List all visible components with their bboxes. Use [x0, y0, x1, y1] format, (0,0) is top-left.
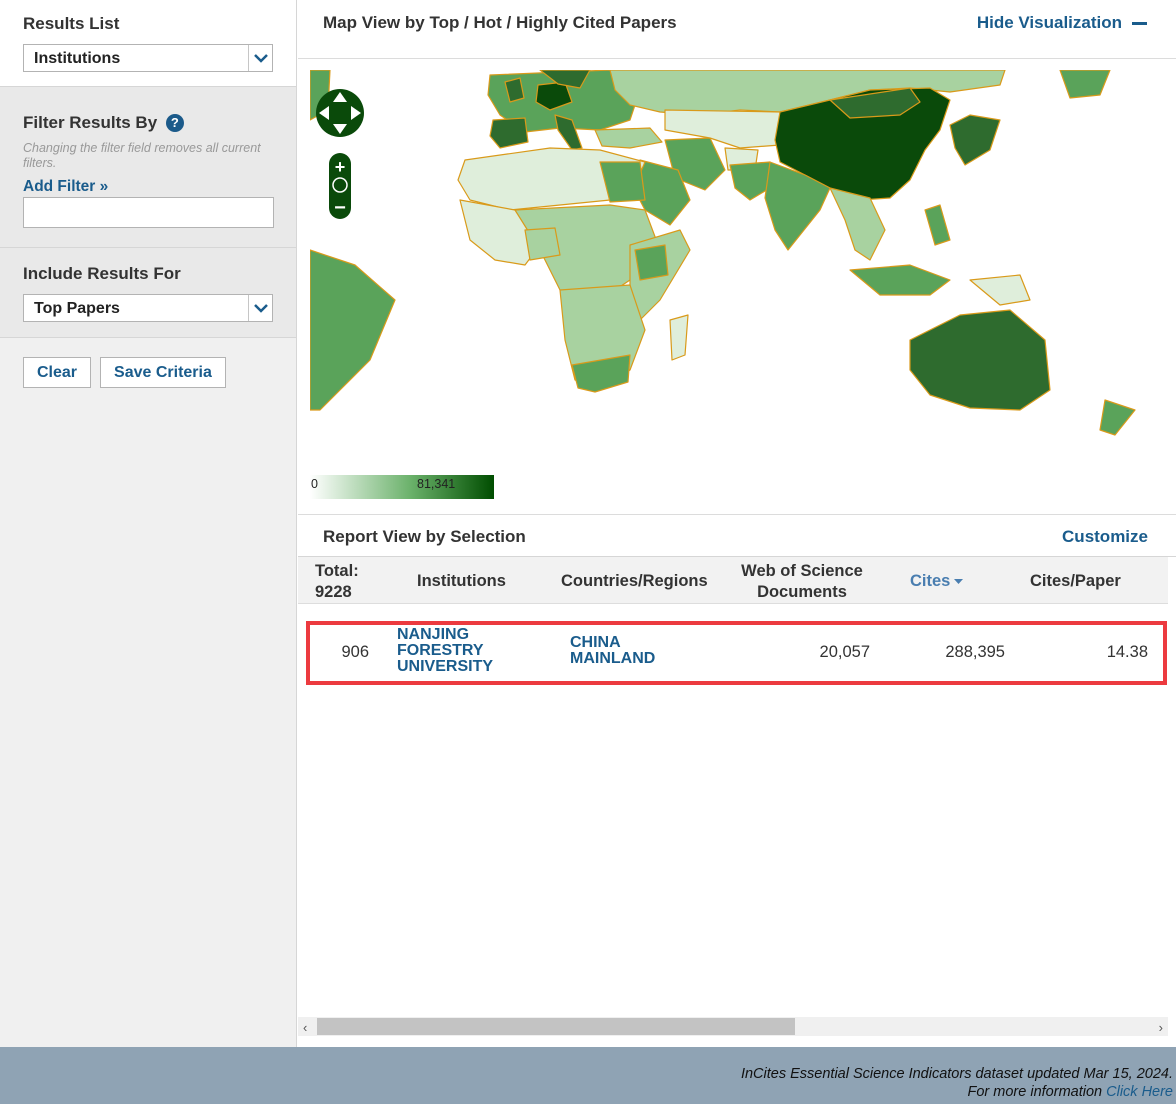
map-region-iberia	[489, 117, 529, 149]
sort-desc-icon	[954, 578, 964, 584]
add-filter-link[interactable]: Add Filter »	[23, 178, 273, 196]
column-cites-per-paper[interactable]: Cites/Paper	[1030, 571, 1121, 592]
main-panel: Map View by Top / Hot / Highly Cited Pap…	[298, 0, 1176, 1047]
column-wos-documents[interactable]: Web of Science Documents	[737, 561, 867, 603]
chevron-down-icon	[248, 45, 272, 71]
map-region-australia	[909, 309, 1051, 411]
total-value: 9228	[315, 583, 352, 601]
map-region-turkey	[594, 127, 663, 149]
column-countries[interactable]: Countries/Regions	[561, 571, 708, 592]
zoom-in-icon: +	[335, 157, 346, 177]
map-region-philippines	[924, 204, 951, 246]
include-section: Include Results For Top Papers	[0, 248, 296, 338]
filter-section: Filter Results By ? Changing the filter …	[0, 87, 296, 248]
column-cites[interactable]: Cites	[910, 571, 964, 592]
filter-note: Changing the filter field removes all cu…	[23, 141, 261, 170]
table-row: 906 NANJING FORESTRY UNIVERSITY CHINA MA…	[306, 621, 1167, 685]
scroll-left-icon[interactable]: ‹	[303, 1020, 307, 1035]
horizontal-scrollbar[interactable]: ‹ ›	[298, 1017, 1168, 1036]
row-wos-documents: 20,057	[819, 643, 870, 661]
minus-icon	[1132, 21, 1147, 25]
row-rank: 906	[341, 643, 369, 661]
include-select[interactable]: Top Papers	[23, 294, 273, 322]
save-criteria-button[interactable]: Save Criteria	[100, 357, 226, 388]
scrollbar-thumb[interactable]	[317, 1018, 795, 1035]
row-cites-per-paper: 14.38	[1106, 643, 1148, 661]
report-header: Report View by Selection Customize	[298, 514, 1176, 557]
world-map-svg[interactable]: + −	[310, 70, 1176, 510]
clear-button[interactable]: Clear	[23, 357, 92, 388]
total-header: Total: 9228	[315, 561, 359, 603]
sidebar: Results List Institutions Filter Results…	[0, 0, 297, 1047]
more-info: For more information Click Here	[968, 1084, 1173, 1100]
map-region-nigeria	[524, 227, 561, 261]
row-cites: 288,395	[945, 643, 1005, 661]
help-icon[interactable]: ?	[165, 113, 184, 132]
include-heading: Include Results For	[23, 264, 181, 283]
map-region-indonesia	[849, 264, 951, 296]
total-label: Total:	[315, 562, 359, 580]
chevron-down-icon	[248, 295, 272, 321]
map-controls: + −	[316, 89, 364, 219]
map-region-madagascar	[669, 314, 689, 361]
results-list-value: Institutions	[34, 50, 121, 67]
column-cites-label: Cites	[910, 572, 951, 590]
visualization-header: Map View by Top / Hot / Highly Cited Pap…	[298, 0, 1176, 59]
legend-max: 81,341	[417, 477, 456, 491]
map-region-south-america	[310, 249, 396, 411]
map-legend: 0 81,341	[310, 475, 494, 499]
filter-heading: Filter Results By ?	[23, 113, 273, 133]
row-institution-link[interactable]: NANJING FORESTRY UNIVERSITY	[397, 627, 527, 675]
zoom-out-icon: −	[334, 197, 346, 219]
customize-link[interactable]: Customize	[1062, 527, 1148, 547]
filter-input[interactable]	[23, 197, 274, 228]
results-list-heading: Results List	[23, 14, 120, 33]
hide-visualization-label: Hide Visualization	[976, 13, 1122, 32]
footer: InCites Essential Science Indicators dat…	[0, 1047, 1176, 1104]
legend-min: 0	[311, 477, 318, 491]
column-institutions[interactable]: Institutions	[417, 571, 506, 592]
include-value: Top Papers	[34, 300, 120, 317]
dataset-note: InCites Essential Science Indicators dat…	[740, 1066, 1173, 1082]
table-header: Total: 9228 Institutions Countries/Regio…	[298, 557, 1168, 604]
click-here-link[interactable]: Click Here	[1106, 1084, 1173, 1100]
map-region-new-zealand	[1099, 399, 1136, 436]
map-region-ethiopia	[634, 244, 669, 281]
row-country-link[interactable]: CHINA MAINLAND	[570, 635, 690, 667]
filter-heading-label: Filter Results By	[23, 113, 158, 132]
map-title: Map View by Top / Hot / Highly Cited Pap…	[323, 13, 677, 32]
report-title: Report View by Selection	[323, 527, 526, 546]
map-region-png	[969, 274, 1031, 306]
scroll-right-icon[interactable]: ›	[1159, 1020, 1163, 1035]
world-map[interactable]: + −	[310, 70, 1176, 510]
hide-visualization-button[interactable]: Hide Visualization	[977, 13, 1147, 33]
sidebar-buttons: Clear Save Criteria	[0, 338, 296, 407]
results-list-section: Results List Institutions	[0, 0, 296, 87]
more-info-label: For more information	[967, 1084, 1107, 1100]
results-list-select[interactable]: Institutions	[23, 44, 273, 72]
map-region-alaska	[1059, 70, 1111, 99]
map-region-korea-japan	[949, 114, 1001, 166]
